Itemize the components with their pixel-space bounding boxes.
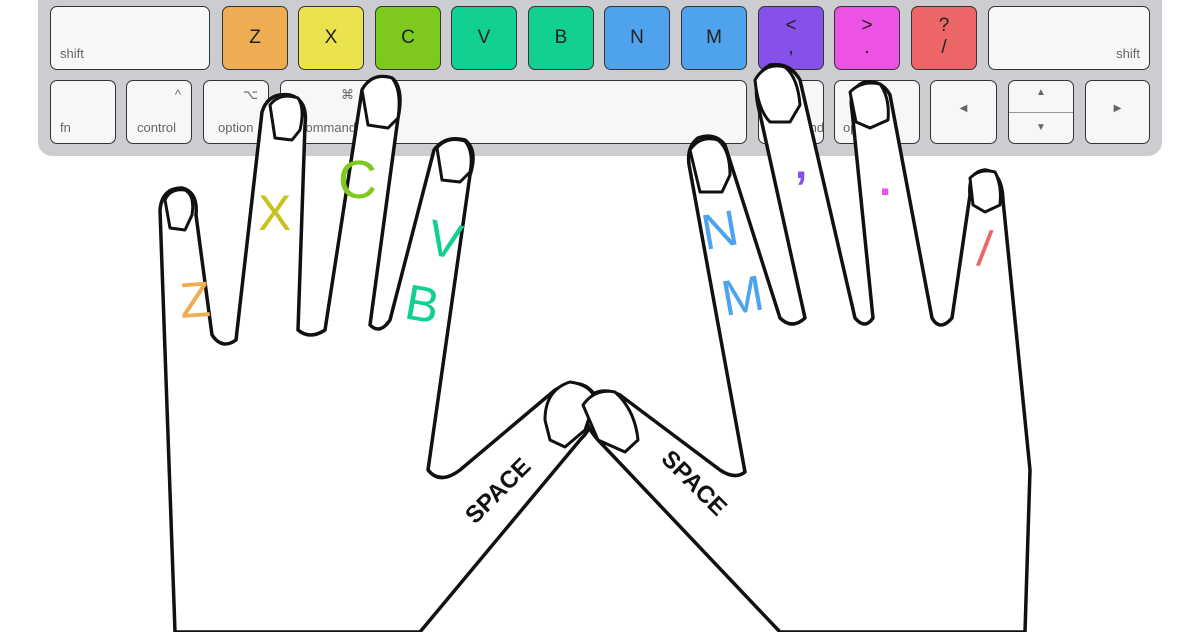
finger-label-c: C: [338, 150, 377, 210]
hands-illustration: Z X C V B N M , . / SPACE SPACE: [158, 62, 1032, 632]
finger-label-z: Z: [178, 271, 212, 329]
finger-label-period: .: [879, 156, 891, 205]
left-hand: [158, 74, 598, 632]
finger-label-comma: ,: [795, 139, 807, 188]
finger-label-x: X: [258, 185, 291, 241]
